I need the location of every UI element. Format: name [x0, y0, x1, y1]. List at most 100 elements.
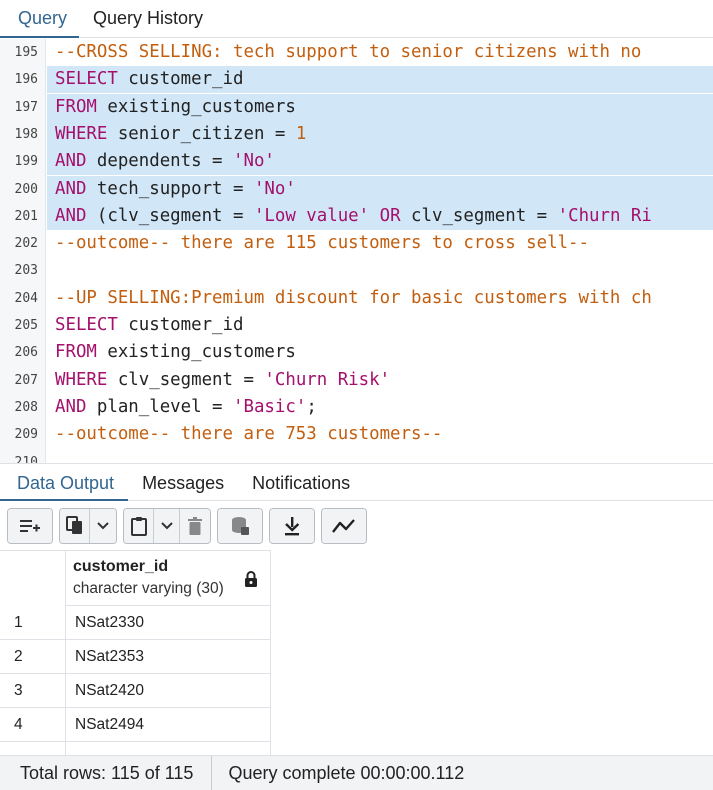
tab-query-history[interactable]: Query History	[79, 0, 217, 38]
code-line[interactable]: 210	[0, 449, 713, 464]
grid-header: customer_id character varying (30)	[0, 550, 271, 607]
copy-options-button[interactable]	[90, 509, 116, 543]
code-token: SELECT	[55, 315, 118, 335]
download-icon	[285, 517, 300, 536]
query-complete-text: Query complete 00:00:00.112	[228, 763, 465, 783]
table-row[interactable]: 1 NSat2330	[0, 606, 271, 640]
table-row[interactable]: 4 NSat2494	[0, 708, 271, 742]
code-text: --UP SELLING:Premium discount for basic …	[55, 285, 652, 312]
add-row-button[interactable]	[8, 509, 52, 543]
table-row[interactable]	[0, 742, 271, 755]
tab-query[interactable]: Query	[0, 0, 80, 38]
column-header-customer-id[interactable]: customer_id character varying (30)	[66, 551, 271, 607]
code-token: 'Low value'	[253, 205, 370, 226]
tab-notifications[interactable]: Notifications	[238, 464, 364, 501]
total-rows-text: Total rows: 115 of 115	[0, 756, 213, 790]
code-text: WHERE clv_segment = 'Churn Risk'	[55, 367, 390, 394]
paste-button[interactable]	[124, 509, 154, 543]
row-number-header[interactable]	[0, 551, 66, 607]
paste-group	[123, 508, 211, 544]
code-text: FROM existing_customers	[55, 94, 296, 121]
row-number[interactable]	[0, 742, 66, 755]
cell-customer-id[interactable]: NSat2494	[66, 708, 271, 742]
table-row[interactable]: 3 NSat2420	[0, 674, 271, 708]
line-number: 199	[14, 154, 38, 170]
copy-icon	[65, 516, 82, 534]
code-line[interactable]: 207 WHERE clv_segment = 'Churn Risk'	[0, 367, 713, 394]
code-line[interactable]: 206 FROM existing_customers	[0, 339, 713, 366]
code-text: AND dependents = 'No'	[55, 148, 275, 175]
code-token: 1	[295, 123, 307, 144]
delete-button[interactable]	[180, 509, 210, 543]
query-tabs: Query Query History	[0, 0, 713, 38]
line-number: 198	[14, 126, 38, 142]
line-number: 201	[14, 208, 38, 224]
code-token: senior_citizen =	[107, 123, 296, 144]
code-text: SELECT customer_id	[55, 312, 243, 339]
line-number: 210	[14, 454, 38, 464]
code-text: AND (clv_segment = 'Low value' OR clv_se…	[55, 203, 652, 230]
cell-customer-id[interactable]	[66, 742, 271, 755]
status-bar: Total rows: 115 of 115 Query complete 00…	[0, 755, 713, 790]
table-row[interactable]: 2 NSat2353	[0, 640, 271, 674]
code-line[interactable]: 202 --outcome-- there are 115 customers t…	[0, 230, 713, 257]
code-token: --outcome-- there are 115 customers to c…	[55, 233, 589, 254]
code-token: ;	[306, 396, 317, 417]
code-line[interactable]: 196 SELECT customer_id	[0, 66, 713, 94]
line-number: 202	[14, 236, 38, 252]
code-line[interactable]: 209 --outcome-- there are 753 customers--	[0, 421, 713, 448]
add-row-icon	[20, 520, 40, 532]
code-token: FROM	[55, 96, 97, 117]
row-number[interactable]: 3	[0, 674, 66, 708]
code-token: plan_level =	[86, 396, 234, 417]
chevron-down-icon	[160, 522, 173, 530]
download-button[interactable]	[270, 509, 314, 543]
code-line[interactable]: 197 FROM existing_customers	[0, 93, 713, 121]
copy-button[interactable]	[60, 509, 90, 543]
code-token: OR	[379, 205, 401, 226]
code-line[interactable]: 199 AND dependents = 'No'	[0, 148, 713, 176]
code-token: AND	[55, 151, 87, 172]
tab-data-output[interactable]: Data Output	[0, 464, 129, 501]
code-token: dependents =	[86, 151, 234, 172]
cell-customer-id[interactable]: NSat2420	[66, 674, 271, 708]
line-number: 204	[14, 290, 38, 306]
code-token: --CROSS SELLING: tech support to senior …	[55, 42, 642, 62]
code-token: (clv_segment =	[86, 205, 254, 226]
line-number: 203	[14, 263, 38, 279]
row-number[interactable]: 2	[0, 640, 66, 674]
code-text: --outcome-- there are 115 customers to c…	[55, 230, 589, 257]
code-line[interactable]: 203	[0, 257, 713, 284]
cell-customer-id[interactable]: NSat2330	[66, 606, 271, 640]
code-token: existing_customers	[96, 342, 296, 363]
line-number: 206	[14, 345, 38, 361]
code-text: WHERE senior_citizen = 1	[55, 121, 306, 148]
line-number: 209	[14, 427, 38, 443]
code-line[interactable]: 205 SELECT customer_id	[0, 312, 713, 339]
code-line[interactable]: 201 AND (clv_segment = 'Low value' OR clv…	[0, 202, 713, 230]
code-text: FROM existing_customers	[55, 339, 296, 366]
save-data-button[interactable]	[218, 509, 262, 543]
row-number[interactable]: 1	[0, 606, 66, 640]
cell-customer-id[interactable]: NSat2353	[66, 640, 271, 674]
data-output-toolbar	[0, 502, 713, 550]
code-token: --outcome-- there are 753 customers--	[55, 424, 443, 445]
code-token: tech_support =	[86, 178, 254, 199]
paste-options-button[interactable]	[154, 509, 180, 543]
tab-messages[interactable]: Messages	[128, 464, 238, 501]
add-row-group	[7, 508, 53, 544]
graph-icon	[332, 519, 355, 533]
code-token: customer_id	[117, 69, 244, 90]
code-line[interactable]: 200 AND tech_support = 'No'	[0, 175, 713, 203]
code-token: --UP SELLING:Premium discount for basic …	[55, 287, 652, 308]
code-text: --outcome-- there are 753 customers--	[55, 421, 442, 448]
code-line[interactable]: 208 AND plan_level = 'Basic';	[0, 394, 713, 421]
sql-editor[interactable]: 195 --CROSS SELLING: tech support to seni…	[0, 39, 713, 463]
column-type: character varying (30)	[73, 580, 224, 597]
code-token: FROM	[55, 342, 97, 363]
code-line[interactable]: 204 --UP SELLING:Premium discount for bas…	[0, 285, 713, 312]
row-number[interactable]: 4	[0, 708, 66, 742]
graph-visualiser-button[interactable]	[322, 509, 366, 543]
code-line[interactable]: 195 --CROSS SELLING: tech support to seni…	[0, 39, 713, 66]
code-line[interactable]: 198 WHERE senior_citizen = 1	[0, 120, 713, 148]
